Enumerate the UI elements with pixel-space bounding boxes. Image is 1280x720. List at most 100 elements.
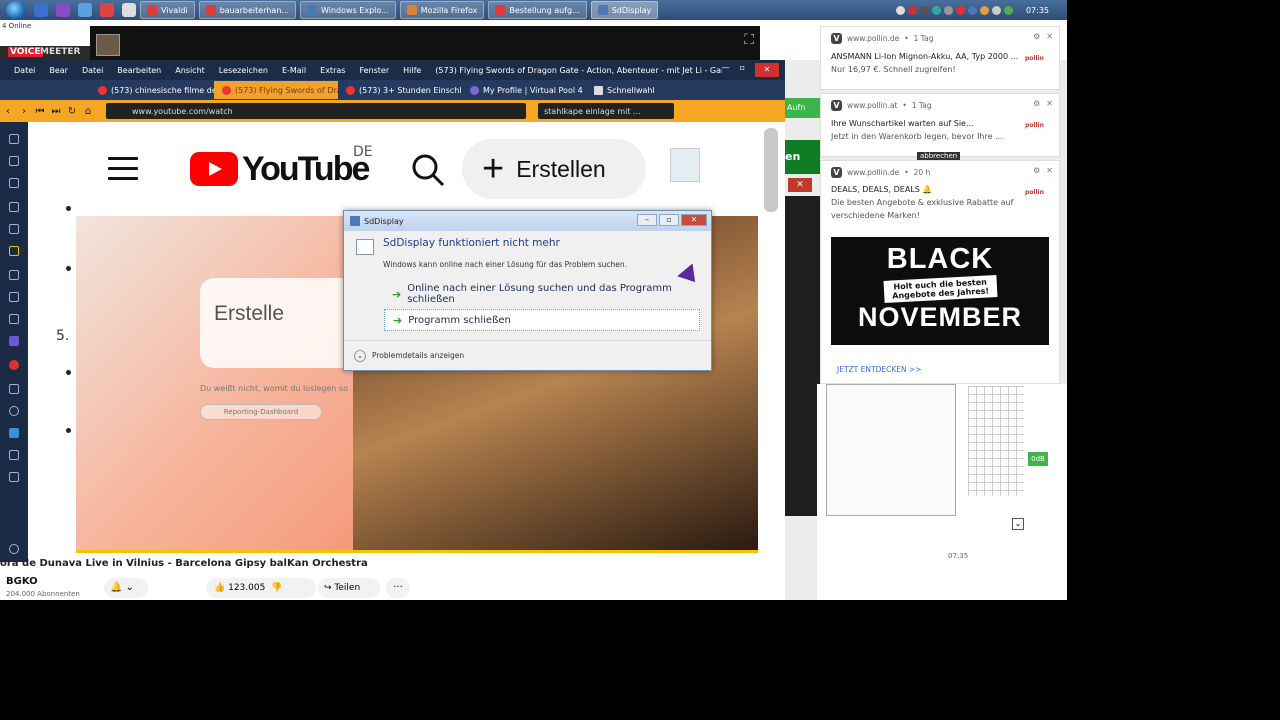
- menu-icon[interactable]: [108, 157, 138, 181]
- download-icon[interactable]: [9, 178, 19, 188]
- url-field[interactable]: www.youtube.com/watch: [106, 103, 526, 119]
- taskbar-item-firefox[interactable]: Mozilla Firefox: [399, 1, 485, 19]
- calendar-icon[interactable]: [9, 292, 19, 302]
- taskbar-item-bestellung[interactable]: Bestellung aufg...: [488, 1, 587, 19]
- quicklaunch-icon[interactable]: [56, 3, 70, 17]
- start-button[interactable]: [6, 1, 26, 19]
- tray-icon[interactable]: [991, 5, 1001, 15]
- scrollbar[interactable]: [764, 128, 778, 212]
- quicklaunch-icon[interactable]: [78, 3, 92, 17]
- tools-icon[interactable]: [9, 270, 19, 280]
- forward-icon[interactable]: ›: [16, 106, 32, 117]
- home-icon[interactable]: ⌂: [80, 106, 96, 117]
- mastodon-icon[interactable]: [9, 336, 19, 346]
- tray-icon[interactable]: [907, 5, 917, 15]
- like-button[interactable]: 👍 123.005 👎: [206, 578, 316, 598]
- bookmark-icon[interactable]: [9, 134, 19, 144]
- menu-datei[interactable]: Datei: [14, 66, 35, 75]
- quicklaunch-icon[interactable]: [34, 3, 48, 17]
- menu-fenster[interactable]: Fenster: [359, 66, 389, 75]
- tasks-icon[interactable]: [9, 314, 19, 324]
- taskbar-item-explorer[interactable]: Windows Explo...: [300, 1, 396, 19]
- back-icon[interactable]: ‹: [0, 106, 16, 117]
- notification-1[interactable]: Vwww.pollin.de • 1 Tag ⚙ ✕ ANSMANN Li-Ion M…: [820, 26, 1060, 90]
- menu-extras[interactable]: Extras: [320, 66, 345, 75]
- more-icon[interactable]: ···: [386, 578, 410, 598]
- close-icon[interactable]: ✕: [681, 214, 707, 226]
- settings-icon[interactable]: ⚙: [1033, 99, 1040, 108]
- online-search-option[interactable]: ➔ Online nach einer Lösung suchen und da…: [384, 283, 700, 305]
- close-icon[interactable]: ✕: [1046, 99, 1053, 108]
- close-icon[interactable]: ✕: [1046, 166, 1053, 175]
- tab-einschlaf[interactable]: (573) 3+ Stunden Einschlaf: [338, 81, 462, 99]
- minimize-icon[interactable]: —: [722, 63, 730, 77]
- tab-virtual-pool[interactable]: My Profile | Virtual Pool 4: [462, 81, 586, 99]
- close-icon[interactable]: ✕: [788, 178, 812, 192]
- reading-list-icon[interactable]: [9, 156, 19, 166]
- maximize-icon[interactable]: ▫: [659, 214, 679, 226]
- minimize-icon[interactable]: –: [637, 214, 657, 226]
- settings-icon[interactable]: [9, 544, 19, 554]
- close-icon[interactable]: ✕: [1046, 32, 1053, 41]
- reload-icon[interactable]: ↻: [64, 106, 80, 117]
- vivaldi-icon[interactable]: [9, 360, 19, 370]
- panel-icon[interactable]: [9, 428, 19, 438]
- mail-icon[interactable]: [9, 246, 19, 256]
- search-icon[interactable]: [410, 152, 446, 188]
- youtube-logo-text[interactable]: YouTube: [242, 150, 370, 189]
- cta-link[interactable]: JETZT ENTDECKEN >>: [837, 365, 922, 374]
- notification-2[interactable]: Vwww.pollin.at • 1 Tag ⚙ ✕ Ihre Wunschartik…: [820, 93, 1060, 160]
- menu-lesezeichen[interactable]: Lesezeichen: [219, 66, 268, 75]
- share-button[interactable]: ↪ Teilen: [318, 578, 380, 598]
- avatar[interactable]: [670, 148, 700, 182]
- settings-icon[interactable]: ⚙: [1033, 166, 1040, 175]
- chevron-down-icon[interactable]: ⌄: [354, 349, 366, 362]
- tray-icon[interactable]: [943, 5, 953, 15]
- taskbar-item-vivaldi[interactable]: Vivaldi: [140, 1, 195, 19]
- fast-forward-icon[interactable]: ⏭: [48, 106, 64, 117]
- details-toggle[interactable]: Problemdetails anzeigen: [372, 351, 464, 360]
- add-panel-icon[interactable]: [9, 472, 19, 482]
- tab-schnellwahl[interactable]: Schnellwahl: [586, 81, 663, 99]
- settings-icon[interactable]: ⚙: [1033, 32, 1040, 41]
- tab-chinesische-filme[interactable]: (573) chinesische filme deut: [90, 81, 214, 99]
- video-progress[interactable]: [76, 550, 758, 553]
- tray-icon[interactable]: [919, 5, 929, 15]
- taskbar-clock[interactable]: 07:35: [1026, 6, 1049, 15]
- tray-icon[interactable]: [931, 5, 941, 15]
- panel-icon[interactable]: [9, 406, 19, 416]
- bell-icon[interactable]: 🔔 ⌄: [104, 578, 148, 598]
- panel-icon[interactable]: [9, 450, 19, 460]
- taskbar-item-bauarbeiter[interactable]: bauarbeiterhan...: [198, 1, 297, 19]
- menu-bear[interactable]: Bear: [49, 66, 68, 75]
- tray-icon[interactable]: [955, 5, 965, 15]
- quicklaunch-icon[interactable]: [100, 3, 114, 17]
- tab-flying-swords[interactable]: (573) Flying Swords of Drago: [214, 81, 338, 99]
- notes-icon[interactable]: [9, 224, 19, 234]
- chevron-down-icon[interactable]: ⌄: [1012, 518, 1024, 530]
- create-button[interactable]: + Erstellen: [462, 139, 646, 199]
- close-program-option[interactable]: ➔ Programm schließen: [384, 309, 700, 331]
- notification-overlay[interactable]: abbrechen: [917, 152, 961, 160]
- menu-hilfe[interactable]: Hilfe: [403, 66, 421, 75]
- menu-datei[interactable]: Datei: [82, 66, 103, 75]
- search-field[interactable]: stahlkape einlage mit ...: [538, 103, 674, 119]
- thumbs-down-icon[interactable]: 👎: [271, 583, 282, 593]
- taskbar-item-sddisplay[interactable]: SdDisplay: [590, 1, 659, 19]
- expand-icon[interactable]: ⛶: [744, 32, 754, 48]
- menu-ansicht[interactable]: Ansicht: [175, 66, 205, 75]
- maximize-icon[interactable]: ▫: [740, 63, 745, 77]
- youtube-logo-icon[interactable]: [190, 152, 238, 186]
- menu-email[interactable]: E-Mail: [282, 66, 306, 75]
- channel-name[interactable]: BGKO: [6, 576, 38, 587]
- record-label[interactable]: Aufn: [785, 98, 820, 118]
- history-icon[interactable]: [9, 202, 19, 212]
- menu-bearbeiten[interactable]: Bearbeiten: [117, 66, 161, 75]
- close-icon[interactable]: ✕: [755, 63, 779, 77]
- tray-icon[interactable]: [895, 5, 905, 15]
- panel-icon[interactable]: [9, 384, 19, 394]
- quicklaunch-icon[interactable]: [122, 3, 136, 17]
- rewind-icon[interactable]: ⏮: [32, 106, 48, 117]
- tray-icon[interactable]: [1003, 5, 1013, 15]
- notification-3[interactable]: Vwww.pollin.de • 20 h ⚙ ✕ DEALS, DEALS, DEA…: [820, 160, 1060, 384]
